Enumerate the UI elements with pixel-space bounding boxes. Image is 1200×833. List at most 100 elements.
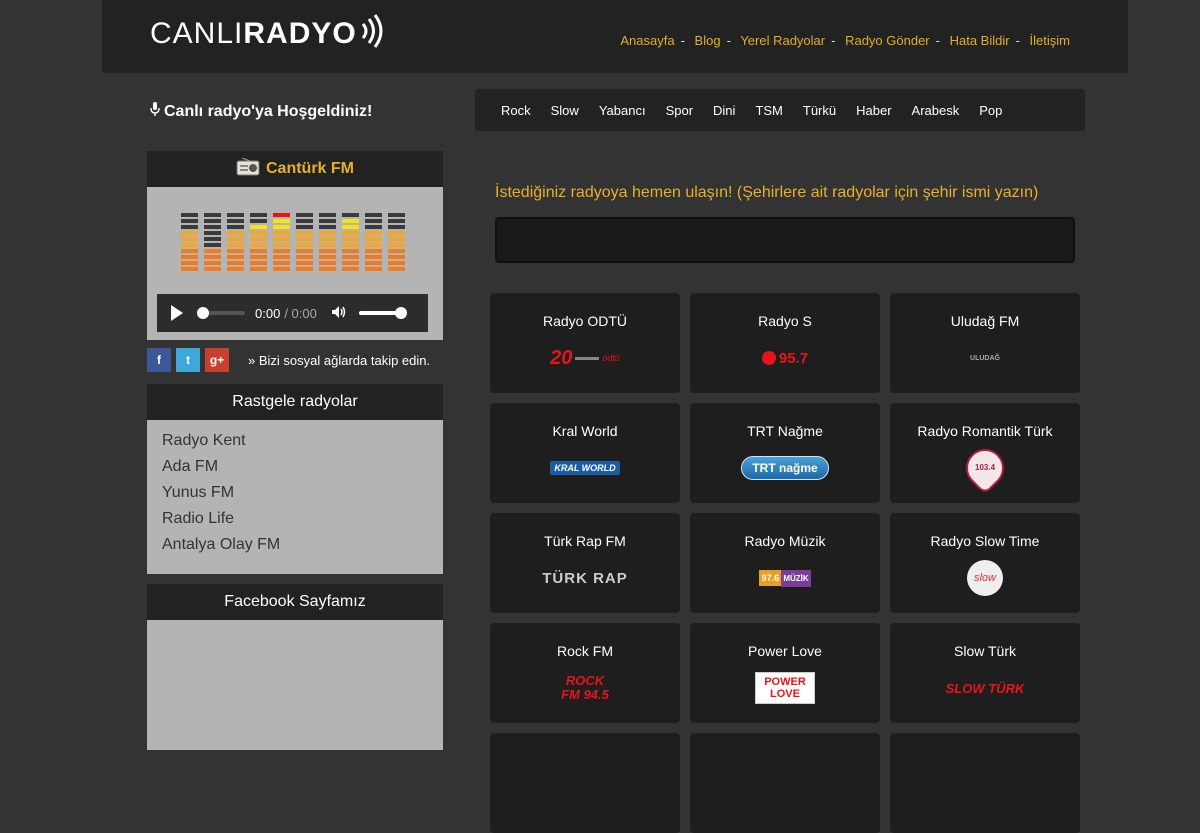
equalizer-segment <box>296 231 313 235</box>
station-logo-slow-turk: SLOW TÜRK <box>890 668 1080 708</box>
station-card[interactable]: Radyo Romantik Türk 103.4 <box>890 403 1080 503</box>
equalizer-segment <box>273 219 290 223</box>
nav-yerel-radyolar[interactable]: Yerel Radyolar <box>740 33 825 48</box>
equalizer-segment <box>319 243 336 247</box>
station-logo-odtu: 20 odtü <box>550 346 620 369</box>
station-name: Türk Rap FM <box>544 533 626 549</box>
random-station-item[interactable]: Yunus FM <box>162 480 443 506</box>
station-logo-trt-nagme: TRT nağme <box>690 448 880 488</box>
equalizer-segment <box>388 213 405 217</box>
seek-slider[interactable] <box>197 307 245 319</box>
genre-slow[interactable]: Slow <box>551 103 579 118</box>
station-card[interactable] <box>690 733 880 833</box>
equalizer-segment <box>342 261 359 265</box>
station-card[interactable]: Radyo Slow Time slow <box>890 513 1080 613</box>
nav-hata-bildir[interactable]: Hata Bildir <box>950 33 1010 48</box>
logo-text: KRAL WORLD <box>550 461 620 475</box>
search-label: İstediğiniz radyoya hemen ulaşın! (Şehir… <box>495 184 1039 201</box>
equalizer-segment <box>273 261 290 265</box>
random-stations-header: Rastgele radyolar <box>147 384 443 420</box>
equalizer-segment <box>296 219 313 223</box>
random-station-item[interactable]: Ada FM <box>162 454 443 480</box>
equalizer-segment <box>250 261 267 265</box>
station-card[interactable] <box>490 733 680 833</box>
twitter-icon[interactable]: t <box>176 348 200 372</box>
equalizer-segment <box>273 243 290 247</box>
double-chevron-right-icon: » <box>248 352 256 368</box>
nav-iletisim[interactable]: İletişim <box>1030 33 1070 48</box>
logo-text: TÜRK RAP <box>542 569 628 587</box>
equalizer-segment <box>296 267 313 271</box>
equalizer-segment <box>342 231 359 235</box>
random-station-item[interactable]: Radio Life <box>162 506 443 532</box>
station-card[interactable]: Radyo ODTÜ 20 odtü <box>490 293 680 393</box>
station-card[interactable]: Türk Rap FM TÜRK RAP <box>490 513 680 613</box>
equalizer-segment <box>342 255 359 259</box>
genre-dini[interactable]: Dini <box>713 103 735 118</box>
volume-knob[interactable] <box>394 307 407 319</box>
station-card[interactable]: Kral World KRAL WORLD <box>490 403 680 503</box>
equalizer-segment <box>250 219 267 223</box>
radio-icon <box>236 156 260 181</box>
equalizer-segment <box>342 225 359 229</box>
volume-icon[interactable] <box>331 305 347 322</box>
volume-slider[interactable] <box>358 307 407 319</box>
welcome-heading: Canlı radyo'ya Hoşgeldiniz! <box>150 102 372 121</box>
search-input[interactable] <box>495 217 1075 263</box>
logo-part-radyo: RADYO <box>243 17 357 50</box>
equalizer-segment <box>204 219 221 223</box>
station-card[interactable]: TRT Nağme TRT nağme <box>690 403 880 503</box>
play-icon[interactable] <box>171 305 183 321</box>
equalizer-column <box>296 213 313 271</box>
random-station-item[interactable]: Radyo Kent <box>162 428 443 454</box>
genre-spor[interactable]: Spor <box>666 103 693 118</box>
equalizer-segment <box>250 225 267 229</box>
genre-rock[interactable]: Rock <box>501 103 531 118</box>
equalizer-segment <box>181 267 198 271</box>
nav-anasayfa[interactable]: Anasayfa <box>620 33 674 48</box>
equalizer-segment <box>181 231 198 235</box>
seek-knob[interactable] <box>197 307 209 319</box>
equalizer-column <box>204 213 221 271</box>
equalizer-segment <box>388 231 405 235</box>
equalizer-segment <box>273 255 290 259</box>
equalizer-segment <box>227 255 244 259</box>
station-card[interactable]: Uludağ FM ULUDAĞ <box>890 293 1080 393</box>
station-card[interactable] <box>890 733 1080 833</box>
logo-text: ULUDAĞ <box>970 354 1000 362</box>
station-name: Slow Türk <box>954 643 1016 659</box>
station-card[interactable]: Radyo S 95.7 <box>690 293 880 393</box>
audio-player: 0:00 / 0:00 <box>157 294 428 332</box>
station-name: Kral World <box>552 423 618 439</box>
equalizer-segment <box>296 225 313 229</box>
facebook-icon[interactable]: f <box>147 348 171 372</box>
genre-tsm[interactable]: TSM <box>755 103 782 118</box>
equalizer-segment <box>388 243 405 247</box>
genre-turku[interactable]: Türkü <box>803 103 836 118</box>
genre-arabesk[interactable]: Arabesk <box>912 103 960 118</box>
site-logo[interactable]: CANLI RADYO <box>150 14 385 54</box>
google-plus-icon[interactable]: g+ <box>205 348 229 372</box>
equalizer-segment <box>250 243 267 247</box>
equalizer-visual <box>181 213 405 271</box>
genre-pop[interactable]: Pop <box>979 103 1002 118</box>
equalizer-segment <box>250 231 267 235</box>
random-station-item[interactable]: Antalya Olay FM <box>162 532 443 558</box>
genre-haber[interactable]: Haber <box>856 103 891 118</box>
nav-radyo-gonder[interactable]: Radyo Gönder <box>845 33 930 48</box>
equalizer-segment <box>273 237 290 241</box>
nav-blog[interactable]: Blog <box>695 33 721 48</box>
equalizer-segment <box>181 261 198 265</box>
station-card[interactable]: Power Love POWER LOVE <box>690 623 880 723</box>
equalizer-segment <box>181 249 198 253</box>
station-card[interactable]: Rock FM ROCK FM 94.5 <box>490 623 680 723</box>
genre-yabanci[interactable]: Yabancı <box>599 103 646 118</box>
equalizer-segment <box>319 249 336 253</box>
equalizer-column <box>181 213 198 271</box>
equalizer-segment <box>273 213 290 217</box>
station-card[interactable]: Radyo Müzik 97.6 MÜZİK <box>690 513 880 613</box>
facebook-title: Facebook Sayfamız <box>224 593 366 610</box>
current-station-name: Cantürk FM <box>266 160 354 177</box>
station-card[interactable]: Slow Türk SLOW TÜRK <box>890 623 1080 723</box>
station-logo-slow-time: slow <box>890 558 1080 598</box>
